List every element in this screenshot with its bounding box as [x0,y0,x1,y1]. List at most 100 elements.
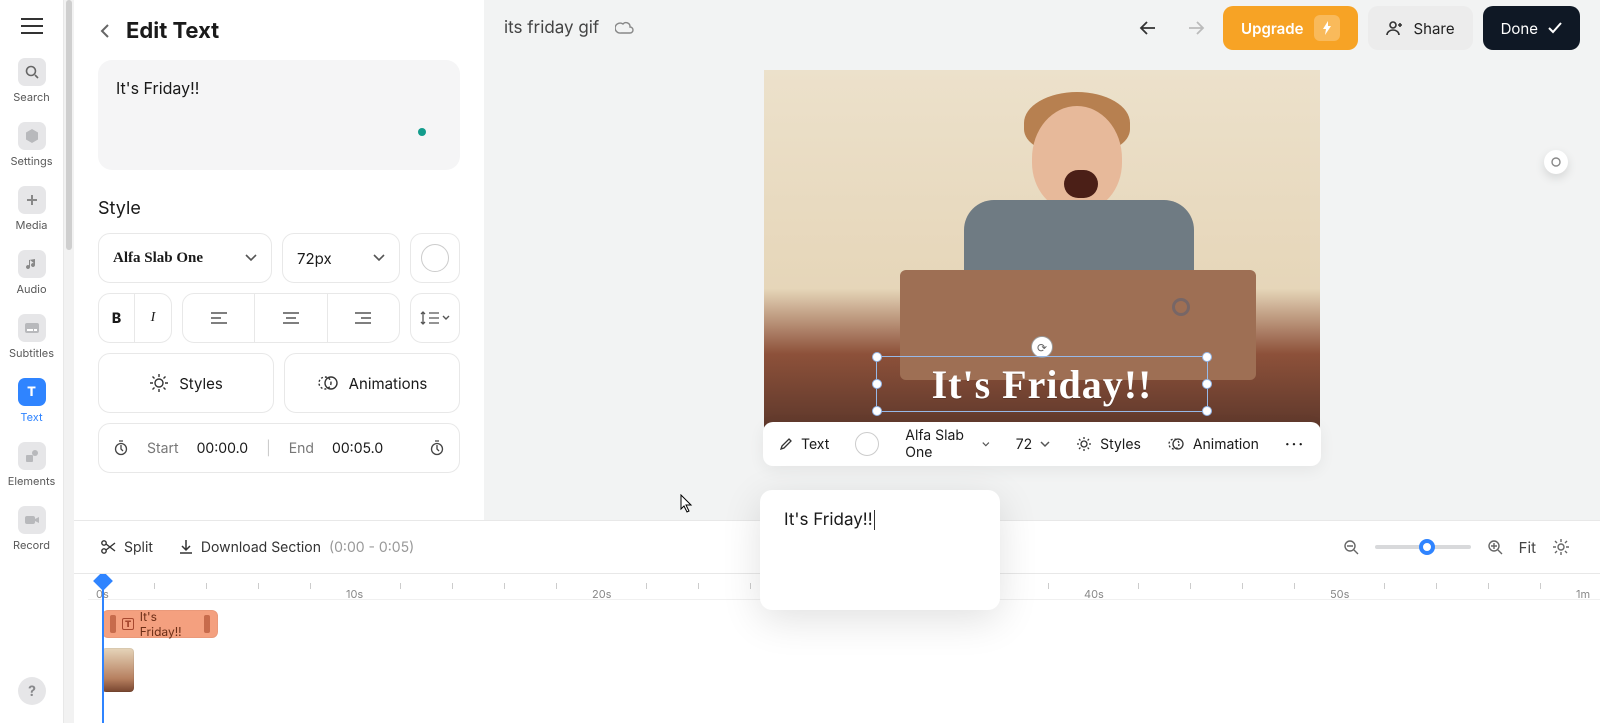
ruler-label: 10s [346,587,363,601]
clip-handle-left[interactable] [110,615,116,633]
popup-text-value: It's Friday!! [784,510,873,530]
rail-media[interactable]: Media [4,186,60,232]
tb-animation-label: Animation [1193,436,1259,453]
rail-text-label: Text [4,410,60,424]
align-left-button[interactable] [183,294,255,342]
project-title[interactable]: its friday gif [504,18,599,38]
rotate-handle[interactable]: ⟳ [1031,336,1053,358]
resize-handle[interactable] [1202,352,1212,362]
inline-text-editor[interactable]: It's Friday!! [760,490,1000,610]
stopwatch-icon [113,440,129,456]
back-button[interactable] [98,23,114,39]
line-height-button[interactable] [410,293,460,343]
tb-animation-button[interactable]: Animation [1161,436,1265,453]
animations-button-label: Animations [349,374,428,393]
tb-font-value: Alfa Slab One [905,427,974,461]
resize-handle[interactable] [1202,379,1212,389]
tb-color-button[interactable] [849,432,885,456]
resize-handle[interactable] [872,379,882,389]
rail-text[interactable]: T Text [4,378,60,424]
shapes-icon [18,442,46,470]
undo-button[interactable] [1139,20,1163,36]
media-track [88,648,1600,694]
styles-button[interactable]: Styles [98,353,274,413]
rail-settings[interactable]: Settings [4,122,60,168]
text-clip-label: It's Friday!! [140,609,198,639]
rail-record[interactable]: Record [4,506,60,552]
share-button[interactable]: Share [1368,6,1473,50]
split-button[interactable]: Split [100,539,153,556]
animation-icon [1167,436,1185,452]
ruler-label: 40s [1084,587,1104,601]
camera-icon [18,506,46,534]
resize-handle[interactable] [1202,406,1212,416]
video-preview[interactable]: ⟳ It's Friday!! [764,70,1320,434]
rail-subtitles[interactable]: Subtitles [4,314,60,360]
plus-icon [18,186,46,214]
time-range-control[interactable]: Start 00:00.0 | End 00:05.0 [98,423,460,473]
clip-handle-right[interactable] [204,615,210,633]
rail-scrollbar[interactable] [64,0,74,723]
check-icon [1548,22,1562,34]
done-button[interactable]: Done [1483,6,1580,50]
zoom-slider[interactable] [1375,545,1471,549]
tb-size-select[interactable]: 72 [1010,436,1056,453]
text-clip[interactable]: T It's Friday!! [102,610,218,638]
upgrade-label: Upgrade [1241,19,1303,38]
color-swatch-icon [855,432,879,456]
redo-button[interactable] [1181,20,1205,36]
download-section-range: (0:00 - 0:05) [329,539,414,556]
app-rail: Search Settings Media Audio Subtitles T … [0,0,64,723]
done-label: Done [1501,19,1538,38]
rail-search[interactable]: Search [4,58,60,104]
rail-media-label: Media [4,218,60,232]
rail-record-label: Record [4,538,60,552]
zoom-out-button[interactable] [1343,539,1359,555]
color-swatch-icon [421,244,449,272]
canvas-side-toggle[interactable] [1544,150,1568,174]
text-color-button[interactable] [410,233,460,283]
sun-icon [149,373,169,393]
text-clip-icon: T [122,618,133,630]
rail-audio[interactable]: Audio [4,250,60,296]
rail-elements[interactable]: Elements [4,442,60,488]
chevron-down-icon [442,315,450,321]
tb-more-button[interactable]: ··· [1279,436,1311,453]
resize-handle[interactable] [872,352,882,362]
tb-font-select[interactable]: Alfa Slab One [899,427,995,461]
upgrade-button[interactable]: Upgrade [1223,6,1357,50]
text-overlay-selection[interactable]: It's Friday!! [876,356,1208,412]
text-track: T It's Friday!! [88,610,1600,642]
animations-button[interactable]: Animations [284,353,460,413]
chevron-down-icon [1040,441,1050,448]
chevron-down-icon [245,254,257,262]
font-size-select[interactable]: 72px [282,233,400,283]
download-section-button[interactable]: Download Section (0:00 - 0:05) [179,539,414,556]
music-note-icon [18,250,46,278]
tb-styles-button[interactable]: Styles [1070,436,1147,453]
fit-button[interactable]: Fit [1519,538,1536,557]
split-label: Split [124,539,153,556]
mouse-cursor-icon [680,494,694,514]
timeline-settings-button[interactable] [1552,538,1570,556]
font-family-select[interactable]: Alfa Slab One [98,233,272,283]
resize-handle[interactable] [872,406,882,416]
canvas-area: ⟳ It's Friday!! Text Alfa Slab One 72 St… [484,56,1600,518]
search-icon [18,58,46,86]
brand-color-dot-icon [418,128,426,136]
zoom-in-button[interactable] [1487,539,1503,555]
bold-button[interactable]: B [99,294,135,342]
tb-styles-label: Styles [1100,436,1141,453]
end-time-value: 00:05.0 [332,440,383,457]
align-center-button[interactable] [255,294,327,342]
text-content-input[interactable]: It's Friday!! [98,60,460,170]
italic-button[interactable]: I [135,294,171,342]
tb-text-button[interactable]: Text [773,436,835,453]
style-section-label: Style [98,198,460,219]
cloud-sync-icon[interactable] [615,21,635,35]
help-button[interactable]: ? [18,677,46,705]
sun-icon [1076,436,1092,452]
align-right-button[interactable] [328,294,399,342]
media-clip[interactable] [102,648,134,692]
hamburger-menu-icon[interactable] [21,18,43,34]
